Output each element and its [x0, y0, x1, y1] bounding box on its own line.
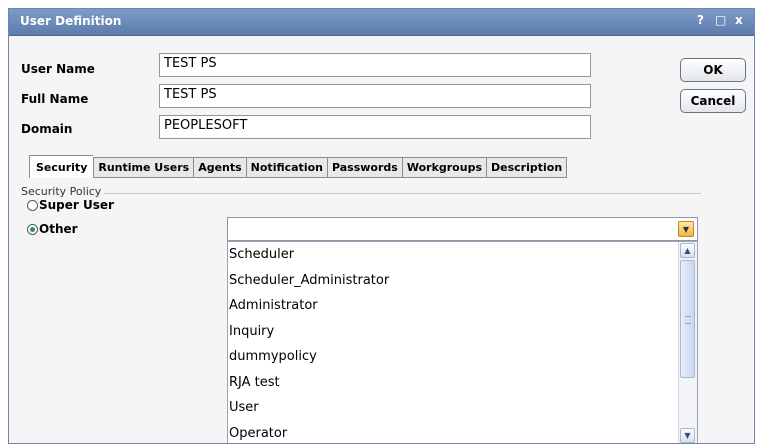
full-name-field[interactable]: TEST PS	[159, 84, 591, 108]
other-radio[interactable]: Other	[27, 222, 78, 236]
list-item[interactable]: Inquiry	[228, 319, 697, 345]
dropdown-scrollbar[interactable]: ▲ ▼	[678, 242, 697, 443]
restore-button[interactable]: □	[715, 13, 726, 27]
list-item[interactable]: Scheduler_Administrator	[228, 268, 697, 294]
ok-button[interactable]: OK	[680, 58, 746, 82]
policy-combo[interactable]: ▼	[227, 217, 698, 241]
domain-field[interactable]: PEOPLESOFT	[159, 115, 591, 139]
user-name-label: User Name	[21, 62, 95, 76]
chevron-down-icon[interactable]: ▼	[678, 221, 694, 237]
list-item[interactable]: Operator	[228, 421, 697, 444]
domain-label: Domain	[21, 122, 73, 136]
tab-agents[interactable]: Agents	[193, 157, 246, 178]
user-definition-dialog: User Definition ? □ x User Name TEST PS …	[8, 8, 755, 444]
tab-bar: Security Runtime Users Agents Notificati…	[29, 155, 568, 179]
user-name-field[interactable]: TEST PS	[159, 53, 591, 77]
tab-description[interactable]: Description	[486, 157, 568, 178]
tab-notification[interactable]: Notification	[245, 157, 327, 178]
list-item[interactable]: RJA test	[228, 370, 697, 396]
dialog-title: User Definition	[20, 14, 122, 28]
chevron-down-icon[interactable]: ▼	[680, 428, 695, 443]
tab-passwords[interactable]: Passwords	[326, 157, 402, 178]
help-button[interactable]: ?	[697, 13, 704, 27]
tab-security[interactable]: Security	[29, 155, 94, 178]
radio-checked-icon[interactable]	[27, 223, 38, 235]
tab-runtime-users[interactable]: Runtime Users	[93, 157, 194, 178]
policy-dropdown-list: Scheduler Scheduler_Administrator Admini…	[227, 241, 698, 444]
security-policy-label: Security Policy	[21, 185, 105, 198]
full-name-label: Full Name	[21, 92, 89, 106]
grip-icon	[685, 316, 691, 324]
radio-unchecked-icon[interactable]	[27, 199, 38, 211]
cancel-button[interactable]: Cancel	[680, 89, 746, 113]
close-button[interactable]: x	[735, 13, 743, 27]
title-bar[interactable]: User Definition ? □ x	[9, 9, 754, 36]
super-user-radio[interactable]: Super User	[27, 198, 114, 212]
scrollbar-thumb[interactable]	[680, 260, 695, 378]
list-item[interactable]: dummypolicy	[228, 344, 697, 370]
tab-workgroups[interactable]: Workgroups	[401, 157, 486, 178]
super-user-label: Super User	[39, 198, 114, 212]
list-item[interactable]: User	[228, 395, 697, 421]
chevron-up-icon[interactable]: ▲	[680, 243, 695, 258]
list-item[interactable]: Scheduler	[228, 242, 697, 268]
other-label: Other	[39, 222, 78, 236]
group-divider	[21, 193, 701, 194]
list-item[interactable]: Administrator	[228, 293, 697, 319]
